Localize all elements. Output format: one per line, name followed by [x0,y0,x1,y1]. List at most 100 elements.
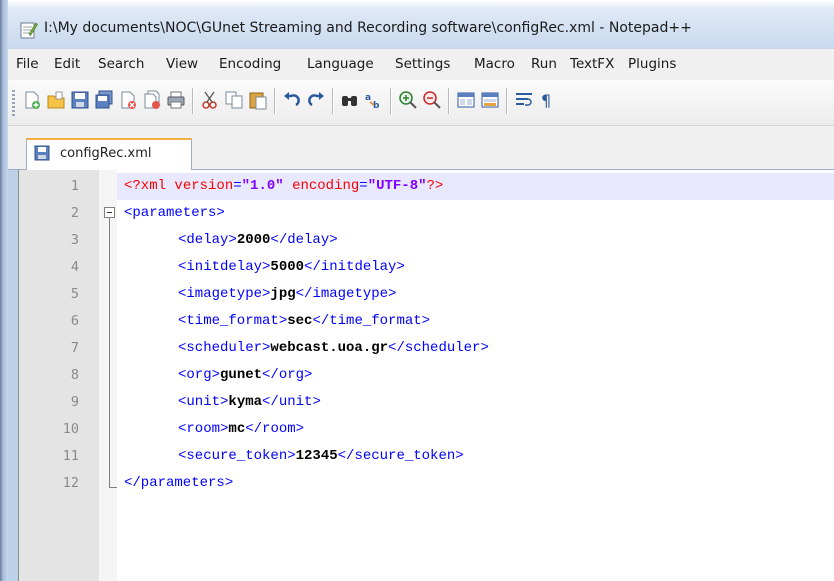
attribute-value: "UTF-8" [367,178,427,194]
xml-text: mc [228,421,246,437]
menu-plugins[interactable]: Plugins [628,56,676,72]
copy-icon[interactable] [224,90,244,110]
xml-tag: <parameters> [124,205,225,221]
menu-macro[interactable]: Macro [474,56,515,72]
xml-tag: <secure_token> [178,448,296,464]
sync-vertical-icon[interactable] [456,90,476,110]
code-line[interactable]: <room>mc</room> [178,416,304,443]
xml-text: webcast.uoa.gr [270,340,389,356]
menu-settings[interactable]: Settings [395,56,450,72]
fold-guide-line [109,218,110,488]
svg-text:a: a [365,93,371,103]
xml-tag: <delay> [178,232,237,248]
xml-text: sec [287,313,313,329]
menu-edit[interactable]: Edit [54,56,80,72]
save-all-icon[interactable] [94,90,114,110]
sync-horizontal-icon[interactable] [480,90,500,110]
code-line[interactable]: <?xml version="1.0" encoding="UTF-8"?> [124,173,443,200]
tab-label: configRec.xml [60,146,152,161]
toolbar-separator [274,88,275,114]
code-line[interactable]: <initdelay>5000</initdelay> [178,254,405,281]
close-icon[interactable] [118,90,138,110]
line-number: 10 [62,421,79,437]
menu-search[interactable]: Search [98,56,144,72]
show-all-chars-icon[interactable]: ¶ [538,90,558,110]
toolbar-grip[interactable] [12,90,15,116]
line-number: 2 [70,205,79,221]
xml-tag: </room> [245,421,305,437]
line-number: 7 [70,340,79,356]
replace-icon[interactable]: ab [364,90,384,110]
saved-file-icon [34,145,50,161]
line-number: 6 [70,313,79,329]
xml-tag: </scheduler> [388,340,489,356]
attribute-equals: = [233,178,242,194]
xml-declaration-close: ?> [426,178,444,194]
xml-tag: <org> [178,367,221,383]
menu-language[interactable]: Language [307,56,374,72]
word-wrap-icon[interactable] [514,90,534,110]
code-line[interactable]: <time_format>sec</time_format> [178,308,430,335]
code-line[interactable]: <secure_token>12345</secure_token> [178,443,464,470]
fold-margin [99,170,117,581]
xml-tag: <scheduler> [178,340,271,356]
code-line[interactable]: <org>gunet</org> [178,362,312,389]
paste-icon[interactable] [248,90,268,110]
window-title: I:\My documents\NOC\GUnet Streaming and … [44,20,692,36]
toolbar-separator [332,88,333,114]
find-icon[interactable] [340,90,360,110]
fold-end-marker [109,487,117,488]
toolbar-separator [506,88,507,114]
xml-tag: </org> [262,367,313,383]
menu-file[interactable]: File [16,56,39,72]
undo-icon[interactable] [282,90,302,110]
notepad-app-icon [20,22,38,39]
close-all-icon[interactable] [142,90,162,110]
line-number: 3 [70,232,79,248]
redo-icon[interactable] [306,90,326,110]
xml-text: 12345 [295,448,338,464]
toolbar-separator [448,88,449,114]
xml-tag: <unit> [178,394,229,410]
code-line[interactable]: <delay>2000</delay> [178,227,338,254]
editor-area[interactable] [18,170,834,581]
line-number: 12 [62,475,79,491]
fold-toggle-button[interactable] [104,207,115,218]
code-line[interactable]: </parameters> [124,470,233,497]
window-left-border [0,0,8,581]
zoom-in-icon[interactable] [398,90,418,110]
line-number: 5 [70,286,79,302]
print-icon[interactable] [166,90,186,110]
window-top-edge [0,0,834,10]
new-file-icon[interactable] [22,90,42,110]
code-line[interactable]: <parameters> [124,200,225,227]
attribute-name: encoding [292,178,360,194]
xml-tag: </parameters> [124,475,234,491]
xml-tag: <time_format> [178,313,288,329]
attribute-equals: = [359,178,368,194]
line-number: 9 [70,394,79,410]
xml-text: gunet [220,367,263,383]
toolbar-separator [390,88,391,114]
zoom-out-icon[interactable] [422,90,442,110]
xml-tag: <imagetype> [178,286,271,302]
save-icon[interactable] [70,90,90,110]
attribute-name: version [174,178,234,194]
line-number: 11 [62,448,79,464]
menu-view[interactable]: View [166,56,198,72]
cut-icon[interactable] [200,90,220,110]
menu-encoding[interactable]: Encoding [219,56,281,72]
code-line[interactable]: <scheduler>webcast.uoa.gr</scheduler> [178,335,489,362]
menu-run[interactable]: Run [531,56,557,72]
xml-text: 5000 [270,259,305,275]
xml-text: kyma [228,394,263,410]
svg-text:¶: ¶ [541,91,551,110]
code-line[interactable]: <imagetype>jpg</imagetype> [178,281,396,308]
code-line[interactable]: <unit>kyma</unit> [178,389,321,416]
xml-tag: </imagetype> [295,286,397,302]
open-file-icon[interactable] [46,90,66,110]
svg-text:b: b [373,101,380,110]
attribute-value: "1.0" [241,178,284,194]
menu-textfx[interactable]: TextFX [570,56,614,72]
